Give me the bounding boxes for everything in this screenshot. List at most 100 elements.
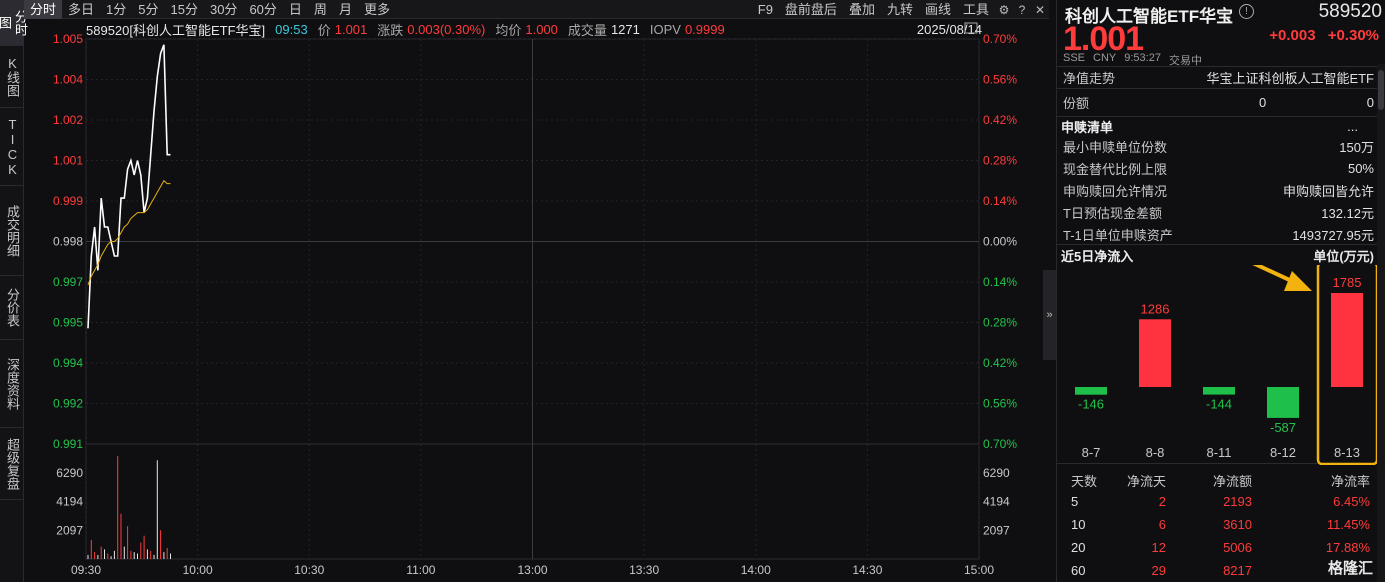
- flow-table-cell: 3610: [1223, 517, 1252, 532]
- period-tab-6[interactable]: 60分: [243, 0, 282, 19]
- outflow-value-label: -146: [1078, 397, 1104, 412]
- info-icon[interactable]: !: [1239, 4, 1254, 19]
- price-tick-label: 0.995: [53, 316, 83, 330]
- redeem-row: 现金替代比例上限 50%: [1057, 157, 1378, 179]
- price-tick-label: 0.999: [53, 194, 83, 208]
- shares-value-b: 0: [1366, 94, 1374, 110]
- tool-button-3[interactable]: 九转: [881, 0, 919, 19]
- time-tick-label: 14:00: [741, 563, 771, 577]
- inflow-bar: [1139, 319, 1171, 387]
- chart-mode-icon: [964, 22, 978, 34]
- period-tab-3[interactable]: 5分: [132, 0, 164, 19]
- tool-button-1[interactable]: 盘前盘后: [779, 0, 843, 19]
- period-tab-0[interactable]: 分时: [24, 0, 63, 19]
- close-icon[interactable]: ✕: [1031, 0, 1049, 19]
- left-tab-5[interactable]: 深度资料: [0, 340, 24, 428]
- left-tab-6[interactable]: 超级复盘: [0, 428, 24, 500]
- settings-icon[interactable]: ⚙: [995, 0, 1013, 19]
- redeem-row: T-1日单位申赎资产 1493727.95元: [1057, 223, 1378, 245]
- tool-button-5[interactable]: 工具: [957, 0, 995, 19]
- outflow-bar: [1203, 387, 1235, 395]
- flow-table-header-cell: 净流率: [1330, 474, 1370, 489]
- flow-table-cell: 6.45%: [1333, 494, 1370, 509]
- tool-button-2[interactable]: 叠加: [843, 0, 881, 19]
- flow-table-cell: 29: [1151, 563, 1166, 578]
- percent-tick-label: 0.42%: [983, 356, 1017, 370]
- outflow-value-label: -587: [1270, 420, 1296, 435]
- volume-tick-label: 2097: [56, 523, 83, 537]
- change-percent: +0.30%: [1327, 27, 1379, 44]
- flow-date-label: 8-7: [1082, 445, 1101, 460]
- watermark-text: 格隆汇: [1327, 560, 1373, 577]
- flow-table-row: 5 2 2193 6.45%: [1057, 490, 1378, 513]
- time-tick-label: 15:00: [964, 563, 994, 577]
- percent-tick-label: 0.70%: [983, 32, 1017, 46]
- redeem-row-value: 50%: [1347, 160, 1374, 176]
- nav-row[interactable]: 净值走势 华宝上证科创板人工智能ETF: [1057, 66, 1378, 88]
- flow-table-cell: 2: [1158, 494, 1166, 509]
- net-inflow-chart: -146 8-7 1286 8-8 -144 8-11 -587 8-12 1785 8-13: [1075, 265, 1377, 465]
- price-tick-label: 1.004: [53, 73, 83, 87]
- flow-table-header-cell: 净流天: [1126, 474, 1166, 489]
- period-tab-5[interactable]: 30分: [204, 0, 243, 19]
- period-toolbar: 分时 多日 1分 5分 15分 30分 60分日周月更多 F9 盘前盘后 叠加 九转 画线 工具 ⚙ …: [24, 0, 1049, 19]
- redeem-row: T日预估现金差额 132.12元: [1057, 201, 1378, 223]
- security-code: 589520: [1318, 1, 1382, 22]
- annotation-arrow-head: [1284, 271, 1312, 291]
- left-tab-0[interactable]: 分时图: [0, 0, 28, 46]
- percent-tick-label: 0.28%: [983, 154, 1017, 168]
- period-tab-4[interactable]: 15分: [165, 0, 204, 19]
- redeem-row-label: 最小申赎单位份数: [1063, 139, 1168, 155]
- left-tab-3[interactable]: 成交明细: [0, 186, 24, 276]
- percent-tick-label: 0.00%: [983, 235, 1017, 249]
- flow-table-cell: 2193: [1223, 494, 1252, 509]
- flow-table-header-cell: 天数: [1071, 474, 1098, 489]
- left-tab-2[interactable]: TICK: [0, 108, 24, 186]
- redeem-row-label: T日预估现金差额: [1063, 205, 1162, 221]
- volume-tick-label: 4194: [983, 495, 1010, 509]
- price-tick-label: 0.998: [53, 235, 83, 249]
- time-tick-label: 13:00: [517, 563, 547, 577]
- shares-label: 份额: [1063, 95, 1090, 111]
- price-tick-label: 0.991: [53, 437, 83, 451]
- time-tick-label: 09:30: [71, 563, 101, 577]
- period-tab-1[interactable]: 多日: [62, 0, 100, 19]
- price-tick-label: 1.002: [53, 113, 83, 127]
- intraday-chart[interactable]: 1.005 1.004 1.002 1.001 0.999 0.998 0.997 0.995…: [24, 19, 1043, 582]
- flow-table-cell: 6: [1158, 517, 1166, 532]
- percent-tick-label: 0.28%: [983, 316, 1017, 330]
- redeem-header: 申赎清单 ...: [1057, 115, 1378, 137]
- volume-tick-label: 6290: [983, 466, 1010, 480]
- tool-button-4[interactable]: 画线: [919, 0, 957, 19]
- flow-header: 近5日净流入 单位(万元): [1057, 244, 1378, 266]
- price-tick-label: 0.997: [53, 275, 83, 289]
- flow-table-cell: 5006: [1223, 540, 1252, 555]
- percent-tick-label: 0.56%: [983, 73, 1017, 87]
- left-tab-4[interactable]: 分价表: [0, 276, 24, 340]
- shares-value-a: 0: [1259, 94, 1267, 110]
- flow-table-cell: 12: [1151, 540, 1166, 555]
- time-tick-label: 10:30: [294, 563, 324, 577]
- redeem-more-button[interactable]: ...: [1347, 119, 1358, 134]
- volume-tick-label: 2097: [983, 523, 1010, 537]
- panel-scrollbar-thumb[interactable]: [1378, 70, 1384, 110]
- inflow-value-label: 1286: [1141, 301, 1170, 316]
- percent-tick-label: 0.14%: [983, 194, 1017, 208]
- help-icon[interactable]: ?: [1013, 0, 1031, 19]
- outflow-bar: [1075, 387, 1107, 395]
- period-tab-7[interactable]: 日: [283, 0, 308, 19]
- flow-title: 近5日净流入: [1061, 248, 1134, 264]
- time-tick-label: 10:00: [183, 563, 213, 577]
- flow-table-header-cell: 净流额: [1212, 474, 1252, 489]
- panel-scrollbar[interactable]: [1377, 64, 1385, 582]
- period-tab-8[interactable]: 周: [308, 0, 333, 19]
- period-tab-2[interactable]: 1分: [100, 0, 132, 19]
- price-change: +0.003 +0.30%: [1261, 27, 1379, 44]
- period-tab-10[interactable]: 更多: [358, 0, 396, 19]
- panel-collapse-handle[interactable]: »: [1043, 270, 1056, 360]
- tool-button-0[interactable]: F9: [752, 0, 779, 19]
- flow-table-cell: 8217: [1223, 563, 1252, 578]
- period-tab-9[interactable]: 月: [333, 0, 358, 19]
- price-tick-label: 1.001: [53, 154, 83, 168]
- left-tab-1[interactable]: K线图: [0, 46, 24, 108]
